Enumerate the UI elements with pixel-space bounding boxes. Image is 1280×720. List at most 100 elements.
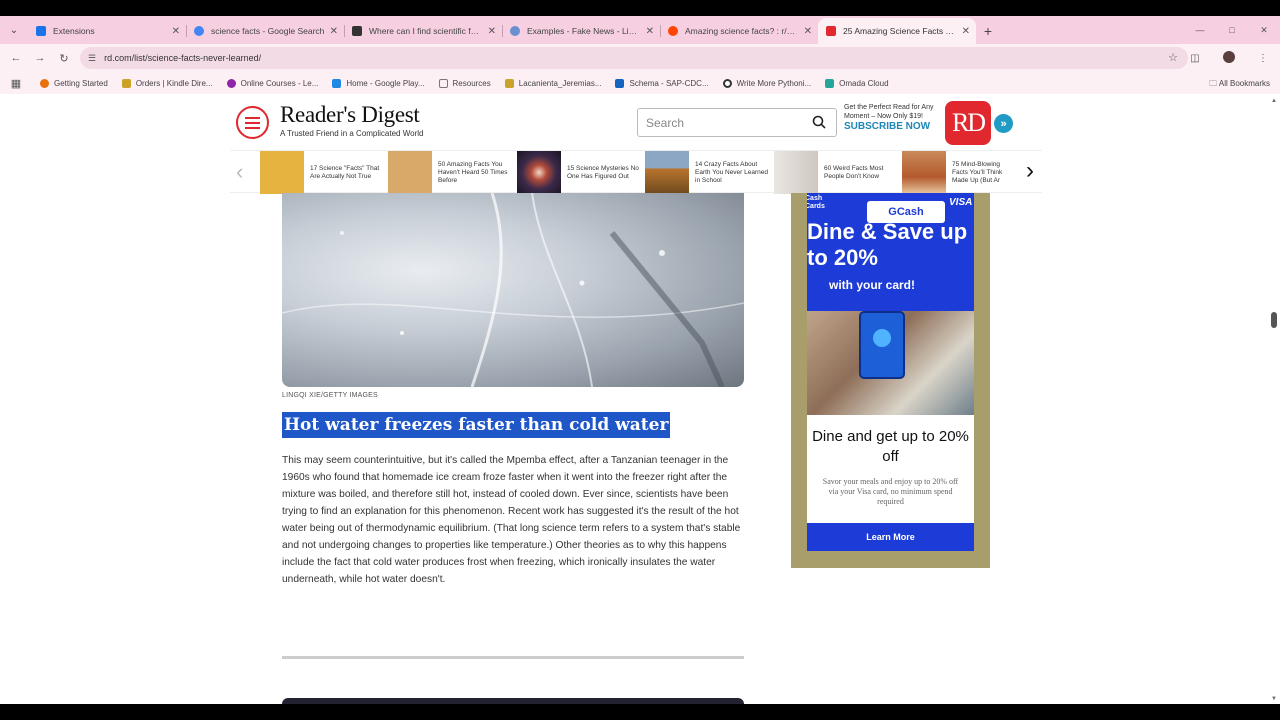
tab-title: science facts - Google Search — [211, 26, 325, 36]
bookmark-item[interactable]: Online Courses - Le... — [226, 78, 319, 88]
bookmark-favicon-icon — [226, 78, 236, 88]
carousel-thumbnail — [260, 151, 304, 194]
bookmark-favicon-icon — [615, 78, 625, 88]
promo-text: Get the Perfect Read for Any Moment – No… — [844, 104, 934, 120]
close-icon[interactable]: ✕ — [330, 26, 338, 37]
screen-top-border — [0, 0, 1280, 16]
all-bookmarks-folder[interactable]: 🗀 All Bookmarks — [1209, 78, 1270, 92]
reddit-icon — [668, 26, 678, 36]
forward-icon[interactable]: → — [28, 52, 52, 64]
bookmark-label: Orders | Kindle Dire... — [135, 78, 213, 88]
tab-scientific-facts[interactable]: Where can I find scientific facts ✕ — [344, 18, 502, 44]
tab-reddit[interactable]: Amazing science facts? : r/Science ✕ — [660, 18, 818, 44]
new-tab-icon[interactable]: + — [976, 18, 1000, 44]
close-icon[interactable]: ✕ — [962, 26, 970, 37]
page-scrollbar[interactable]: ▲ ▼ — [1268, 94, 1280, 704]
maximize-icon[interactable]: □ — [1216, 25, 1248, 35]
close-icon[interactable]: ✕ — [646, 26, 654, 37]
chevron-left-icon[interactable]: ‹ — [236, 159, 243, 185]
site-icon — [352, 26, 362, 36]
chevron-right-icon[interactable]: › — [1026, 157, 1034, 185]
browser-window: ⌄ Extensions ✕ science facts - Google Se… — [0, 0, 1280, 720]
ad-subhead: with your card! — [829, 278, 916, 292]
bookmark-label: Getting Started — [54, 78, 108, 88]
tab-libguides[interactable]: Examples - Fake News - LibGuides ✕ — [502, 18, 660, 44]
bookmark-favicon-icon — [722, 78, 732, 88]
profile-avatar[interactable] — [1212, 50, 1246, 66]
address-bar-row: ← → ↻ ☰ rd.com/list/science-facts-never-… — [0, 44, 1280, 72]
tab-search-dropdown-icon[interactable]: ⌄ — [0, 16, 28, 44]
reload-icon[interactable]: ↻ — [52, 52, 76, 65]
section-divider — [282, 656, 744, 659]
back-icon[interactable]: ← — [4, 52, 28, 64]
search-placeholder: Search — [646, 115, 685, 130]
google-icon — [194, 26, 204, 36]
close-icon[interactable]: ✕ — [804, 26, 812, 37]
bookmark-label: Online Courses - Le... — [240, 78, 319, 88]
search-icon[interactable] — [812, 115, 826, 129]
bookmark-item[interactable]: Omada Cloud — [825, 78, 889, 88]
hamburger-menu-button[interactable] — [236, 106, 269, 139]
url-text: rd.com/list/science-facts-never-learned/ — [104, 53, 262, 63]
article-image-ice — [282, 193, 744, 387]
tab-extensions[interactable]: Extensions ✕ — [28, 18, 186, 44]
nfc-icon — [873, 329, 891, 347]
carousel-item[interactable]: 50 Amazing Facts You Haven't Heard 50 Ti… — [388, 151, 512, 194]
carousel-item[interactable]: 75 Mind-Blowing Facts You'll Think Made … — [902, 151, 1004, 194]
rd-magazine-logo[interactable]: RD — [945, 101, 991, 145]
brand-name: Reader's Digest — [280, 102, 420, 127]
ad-learn-more-button[interactable]: Learn More — [807, 523, 974, 551]
bookmark-item[interactable]: Orders | Kindle Dire... — [121, 78, 213, 88]
carousel-item[interactable]: 17 Science "Facts" That Are Actually Not… — [260, 151, 384, 194]
ice-texture-illustration — [282, 193, 744, 387]
bookmark-item[interactable]: Schema - SAP-CDC... — [615, 78, 709, 88]
article-section-heading: Hot water freezes faster than cold water — [282, 412, 671, 438]
tab-title: Examples - Fake News - LibGuides — [527, 26, 642, 36]
card-illustration — [859, 311, 905, 379]
menu-kebab-icon[interactable]: ⋮ — [1246, 53, 1280, 64]
scrollbar-thumb[interactable] — [1271, 312, 1277, 328]
subscribe-promo[interactable]: Get the Perfect Read for Any Moment – No… — [844, 104, 944, 132]
carousel-item[interactable]: 14 Crazy Facts About Earth You Never Lea… — [645, 151, 769, 194]
bookmark-label: Write More Pythoni... — [736, 78, 812, 88]
carousel-item[interactable]: 60 Weird Facts Most People Don't Know — [774, 151, 898, 194]
tab-readers-digest[interactable]: 25 Amazing Science Facts That ✕ — [818, 18, 976, 44]
subscribe-link[interactable]: SUBSCRIBE NOW — [844, 122, 944, 132]
bookmark-item[interactable]: Write More Pythoni... — [722, 78, 812, 88]
bookmark-star-icon[interactable]: ☆ — [1168, 51, 1178, 64]
close-icon[interactable]: ✕ — [172, 26, 180, 37]
scroll-up-icon[interactable]: ▲ — [1271, 98, 1277, 104]
carousel-thumbnail — [517, 151, 561, 194]
tab-title: Where can I find scientific facts — [369, 26, 484, 36]
advertisement-gcash[interactable]: Cash Cards GCash Dine & Save up to 20% w… — [791, 193, 990, 568]
brand-logo[interactable]: Reader's Digest A Trusted Friend in a Co… — [280, 102, 423, 138]
all-bookmarks-label: All Bookmarks — [1218, 79, 1270, 88]
carousel-thumbnail — [645, 151, 689, 194]
bookmark-item[interactable]: Home - Google Play... — [332, 78, 425, 88]
search-input[interactable]: Search — [637, 108, 837, 137]
carousel-thumbnail — [774, 151, 818, 194]
carousel-thumbnail — [902, 151, 946, 194]
double-chevron-right-icon[interactable]: » — [994, 114, 1013, 133]
tab-google-search[interactable]: science facts - Google Search ✕ — [186, 18, 344, 44]
site-settings-icon[interactable]: ☰ — [88, 53, 96, 64]
tab-title: Amazing science facts? : r/Science — [685, 26, 800, 36]
bookmark-item[interactable]: Lacanienta_Jeremias... — [504, 78, 601, 88]
bookmark-favicon-icon — [825, 78, 835, 88]
tab-title: 25 Amazing Science Facts That — [843, 26, 958, 36]
extensions-icon[interactable]: ◫ — [1178, 53, 1212, 64]
apps-grid-icon[interactable]: ▦ — [4, 77, 28, 90]
puzzle-icon — [36, 26, 46, 36]
bookmark-item[interactable]: Getting Started — [40, 78, 108, 88]
folder-icon — [438, 78, 448, 88]
carousel-item[interactable]: 15 Science Mysteries No One Has Figured … — [517, 151, 641, 194]
image-credit: LINGQI XIE/GETTY IMAGES — [282, 392, 378, 399]
window-close-icon[interactable]: ✕ — [1248, 25, 1280, 36]
bookmark-folder[interactable]: Resources — [438, 78, 491, 88]
minimize-icon[interactable]: — — [1184, 25, 1216, 35]
scroll-down-icon[interactable]: ▼ — [1271, 696, 1277, 702]
carousel-caption: 75 Mind-Blowing Facts You'll Think Made … — [952, 160, 1003, 184]
tab-strip: ⌄ Extensions ✕ science facts - Google Se… — [0, 16, 1280, 44]
close-icon[interactable]: ✕ — [488, 26, 496, 37]
url-bar[interactable]: ☰ rd.com/list/science-facts-never-learne… — [80, 47, 1188, 69]
